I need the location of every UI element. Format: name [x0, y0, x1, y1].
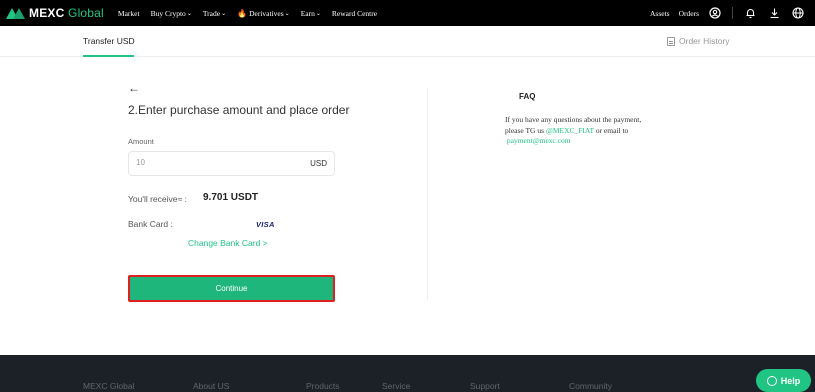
sub-header: Transfer USD Order History: [0, 26, 815, 57]
main-menu: Market Buy Crypto ⌄ Trade ⌄ 🔥 Derivative…: [118, 9, 388, 18]
footer-col-mexc-global: MEXC Global: [83, 381, 135, 391]
order-history-label: Order History: [679, 36, 730, 46]
help-label: Help: [780, 375, 801, 386]
chevron-down-icon: ⌄: [186, 10, 192, 17]
tg-handle-link[interactable]: @MEXC_FIAT: [546, 126, 594, 135]
nav-earn[interactable]: Earn ⌄: [301, 9, 321, 18]
chevron-down-icon: ⌄: [315, 10, 321, 17]
continue-button[interactable]: Continue: [128, 275, 335, 302]
faq-line-2: please TG us @MEXC_FIAT or email to: [505, 125, 629, 135]
footer: MEXC Global About US Products Service Su…: [0, 355, 815, 392]
order-history-link[interactable]: Order History: [667, 36, 730, 46]
nav-right: Assets Orders: [650, 0, 815, 26]
faq-line-3: payment@mexc.com: [505, 136, 690, 147]
flame-icon: 🔥: [237, 8, 248, 18]
amount-input[interactable]: [136, 158, 286, 167]
faq-line-1: If you have any questions about the paym…: [505, 115, 642, 124]
back-arrow-icon[interactable]: ←: [128, 81, 140, 95]
active-tab-indicator: [83, 55, 134, 57]
footer-col-products: Products: [306, 381, 340, 391]
logo-text-sub: Global: [68, 6, 104, 20]
change-bank-card-link[interactable]: Change Bank Card >: [188, 238, 268, 248]
nav-reward-centre[interactable]: Reward Centre: [332, 9, 377, 18]
footer-col-support: Support: [470, 381, 500, 391]
amount-label: Amount: [128, 137, 154, 146]
user-icon[interactable]: [708, 6, 722, 20]
nav-buy-crypto[interactable]: Buy Crypto ⌄: [151, 9, 192, 18]
receive-label: You'll receive≈ :: [128, 194, 187, 204]
receive-value: 9.701 USDT: [203, 192, 259, 203]
nav-trade[interactable]: Trade ⌄: [203, 9, 226, 18]
download-icon[interactable]: [767, 6, 781, 20]
amount-unit: USD: [310, 159, 327, 168]
globe-icon[interactable]: [791, 6, 805, 20]
step-title: 2.Enter purchase amount and place order: [128, 103, 350, 117]
footer-col-community: Community: [569, 381, 612, 391]
nav-derivatives[interactable]: 🔥 Derivatives ⌄: [237, 9, 290, 18]
help-button: Help: [756, 369, 811, 392]
chevron-down-icon: ⌄: [221, 10, 227, 17]
document-icon: [667, 36, 675, 46]
bell-icon[interactable]: [743, 6, 757, 20]
bank-card-label: Bank Card :: [128, 219, 173, 229]
faq-title: FAQ: [519, 92, 536, 101]
visa-logo: VISA: [256, 220, 275, 229]
email-link[interactable]: payment@mexc.com: [507, 136, 571, 145]
nav-market[interactable]: Market: [118, 9, 140, 18]
footer-col-about-us: About US: [193, 381, 230, 391]
vertical-divider: [427, 88, 428, 300]
nav-divider: [732, 7, 733, 19]
tab-transfer-usd[interactable]: Transfer USD: [83, 36, 135, 46]
top-nav: MEXC Global Market Buy Crypto ⌄ Trade ⌄ …: [0, 0, 815, 26]
mexc-logo-icon: [6, 7, 26, 19]
nav-assets[interactable]: Assets: [650, 9, 670, 18]
footer-col-service: Service: [382, 381, 411, 391]
nav-orders[interactable]: Orders: [679, 9, 699, 18]
amount-field: USD: [128, 151, 335, 176]
mexc-logo[interactable]: MEXC Global: [6, 0, 104, 26]
chat-bubble-icon: [766, 375, 777, 386]
logo-text-main: MEXC: [29, 6, 65, 20]
chevron-down-icon: ⌄: [284, 10, 290, 17]
faq-text: If you have any questions about the paym…: [505, 115, 690, 147]
